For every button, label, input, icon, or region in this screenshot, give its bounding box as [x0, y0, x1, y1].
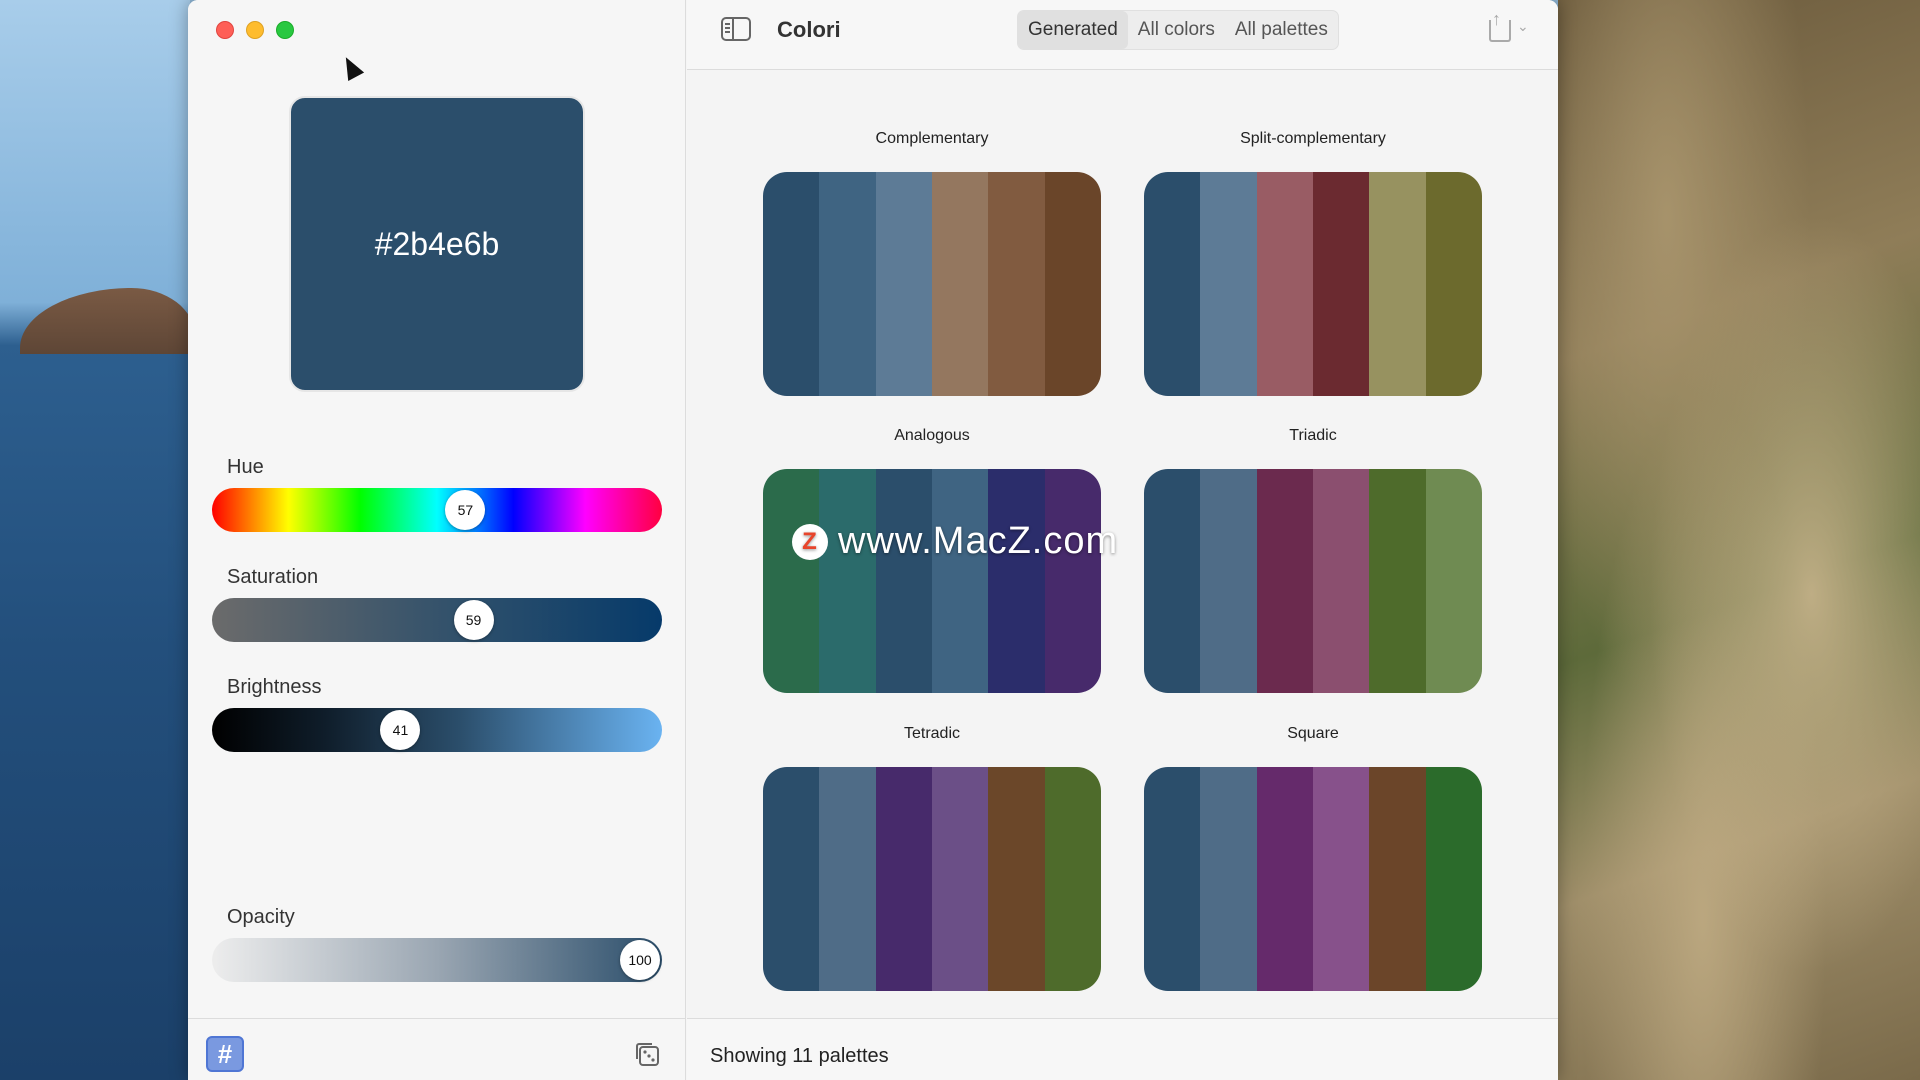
palette-color-swatch[interactable] — [988, 469, 1045, 693]
desktop-wallpaper-right — [1558, 0, 1920, 1080]
palette-color-swatch[interactable] — [763, 172, 820, 396]
palette-color-swatch[interactable] — [931, 172, 989, 396]
palette-color-swatch[interactable] — [1044, 767, 1101, 991]
random-color-icon — [636, 1043, 659, 1066]
palette-title: Tetradic — [903, 725, 961, 742]
dice-icon[interactable] — [632, 1039, 662, 1069]
opacity-knob[interactable]: 100 — [620, 940, 660, 980]
hue-knob[interactable]: 57 — [445, 490, 486, 530]
palette-title: Split-complementary — [1240, 130, 1386, 147]
hue-label: Hue — [227, 456, 264, 478]
saturation-slider[interactable]: 59 — [212, 598, 662, 642]
palette-color-swatch[interactable] — [1044, 172, 1101, 396]
brightness-slider[interactable]: 41 — [212, 708, 662, 752]
palette-color-swatch[interactable] — [1200, 767, 1257, 991]
palette-color-swatch[interactable] — [1144, 469, 1201, 693]
sidebar-footer: # — [188, 1018, 686, 1080]
palette-color-swatch[interactable] — [1256, 767, 1313, 991]
color-swatch[interactable]: #2b4e6b — [289, 96, 585, 392]
palette-color-swatch[interactable] — [1369, 767, 1426, 991]
palette-title: Triadic — [1289, 427, 1337, 444]
palette-color-swatch[interactable] — [875, 172, 932, 396]
share-button[interactable]: ↑ ⌄ — [1487, 10, 1535, 44]
palette-color-swatch[interactable] — [1144, 767, 1201, 991]
palette-title: Analogous — [894, 427, 970, 444]
close-window-button[interactable] — [216, 21, 234, 39]
palette-color-swatch[interactable] — [1312, 469, 1370, 693]
watermark-text: www.MacZ.com — [838, 520, 1119, 562]
palette-color-swatch[interactable] — [1312, 767, 1370, 991]
watermark-logo: Z — [792, 523, 828, 560]
watermark: Z www.MacZ.com — [792, 520, 1118, 563]
palette-color-swatch[interactable] — [931, 767, 989, 991]
palette-card[interactable] — [763, 172, 1101, 396]
palette-color-swatch[interactable] — [819, 172, 876, 396]
palette-card[interactable] — [763, 767, 1101, 991]
window-controls — [216, 21, 294, 39]
saturation-knob[interactable]: 59 — [453, 600, 494, 640]
palette-color-swatch[interactable] — [1044, 469, 1101, 693]
color-editor-sidebar: #2b4e6b Hue 57 Saturation 59 Brightness … — [188, 0, 686, 1080]
palette-color-swatch[interactable] — [1144, 172, 1201, 396]
palette-color-swatch[interactable] — [1425, 469, 1482, 693]
zoom-window-button[interactable] — [276, 21, 294, 39]
chevron-down-icon: ⌄ — [1517, 18, 1529, 34]
minimize-window-button[interactable] — [246, 21, 264, 39]
opacity-label: Opacity — [227, 906, 295, 928]
palette-color-swatch[interactable] — [1256, 469, 1313, 693]
palette-color-swatch[interactable] — [819, 767, 876, 991]
brightness-knob[interactable]: 41 — [380, 710, 421, 750]
sidebar-toggle-icon[interactable] — [721, 17, 751, 41]
hue-slider[interactable]: 57 — [212, 488, 662, 532]
status-bar: Showing 11 palettes — [687, 1018, 1558, 1080]
palette-color-swatch[interactable] — [1369, 172, 1426, 396]
palette-color-swatch[interactable] — [1425, 767, 1482, 991]
palette-color-swatch[interactable] — [763, 469, 820, 693]
view-segmented-control: Generated All colors All palettes — [1017, 10, 1339, 50]
tab-all-palettes[interactable]: All palettes — [1225, 11, 1338, 49]
app-title: Colori — [777, 17, 841, 42]
palette-color-swatch[interactable] — [819, 469, 876, 693]
palette-color-swatch[interactable] — [1256, 172, 1313, 396]
palette-color-swatch[interactable] — [875, 469, 932, 693]
color-hex-label: #2b4e6b — [374, 225, 500, 262]
opacity-slider[interactable]: 100 — [212, 938, 662, 982]
saturation-label: Saturation — [227, 566, 319, 588]
palette-title: Complementary — [875, 130, 989, 147]
palette-color-swatch[interactable] — [1200, 172, 1257, 396]
palette-card[interactable] — [1144, 469, 1482, 693]
palette-color-swatch[interactable] — [988, 767, 1045, 991]
palette-card[interactable] — [763, 469, 1101, 693]
palette-color-swatch[interactable] — [875, 767, 932, 991]
palette-color-swatch[interactable] — [1312, 172, 1370, 396]
desktop-wallpaper-left — [0, 0, 190, 1080]
share-arrow-icon: ↑ — [1492, 9, 1501, 29]
palette-count: Showing 11 palettes — [710, 1045, 889, 1067]
palette-card[interactable] — [1144, 172, 1482, 396]
tab-generated[interactable]: Generated — [1018, 11, 1128, 49]
palette-color-swatch[interactable] — [763, 767, 820, 991]
palette-color-swatch[interactable] — [931, 469, 989, 693]
toolbar: Colori Generated All colors All palettes… — [687, 0, 1558, 70]
palette-color-swatch[interactable] — [1200, 469, 1257, 693]
palette-color-swatch[interactable] — [1369, 469, 1426, 693]
brightness-label: Brightness — [227, 676, 322, 698]
hex-input-button[interactable]: # — [206, 1036, 244, 1072]
palette-color-swatch[interactable] — [988, 172, 1045, 396]
palette-color-swatch[interactable] — [1425, 172, 1482, 396]
tab-all-colors[interactable]: All colors — [1128, 11, 1225, 49]
palette-title: Square — [1287, 725, 1339, 742]
palette-card[interactable] — [1144, 767, 1482, 991]
